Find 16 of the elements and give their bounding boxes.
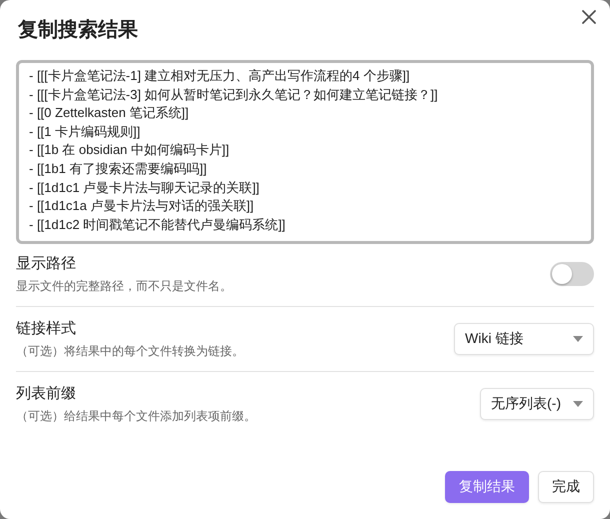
- toggle-switch[interactable]: [550, 262, 594, 286]
- copy-button[interactable]: 复制结果: [445, 471, 529, 503]
- caret-icon: [573, 401, 583, 407]
- setting-name: 链接样式: [16, 319, 77, 339]
- results-text-field[interactable]: - [[[卡片盒笔记法-1] 建立相对无压力、高产出写作流程的4 个步骤]] - [[[卡片盒笔记法-3] 如何从暂时笔记到永久笔记？如何建立笔记链接？]] - [[0 Zettelkasten 笔记系统]] - [[1 卡片编码规则]] - [[1b 在 obsidian 中如何编码卡片]] - [[1b1 有了搜索还需要编码吗]] - [[1d1c1 卢曼卡片法与聊天记录的关联]] - [[1d1c1a 卢曼卡片法与对话的强关联]] - [[1d1c2 时间戳笔记不能替代卢曼编码系统]]: [16, 60, 594, 244]
- dropdown[interactable]: Wiki 链接: [454, 323, 594, 355]
- dropdown[interactable]: 无序列表(-): [480, 388, 594, 420]
- setting-name: 显示路径: [16, 254, 77, 274]
- caret-icon: [573, 336, 583, 342]
- setting-name: 列表前缀: [16, 384, 77, 404]
- setting-description: （可选）将结果中的每个文件转换为链接。: [16, 343, 244, 359]
- close-icon[interactable]: [582, 10, 596, 24]
- done-button[interactable]: 完成: [538, 471, 594, 503]
- setting-description: 显示文件的完整路径，而不只是文件名。: [16, 278, 232, 294]
- setting-description: （可选）给结果中每个文件添加列表项前缀。: [16, 408, 256, 424]
- dialog-title: 复制搜索结果: [18, 18, 139, 43]
